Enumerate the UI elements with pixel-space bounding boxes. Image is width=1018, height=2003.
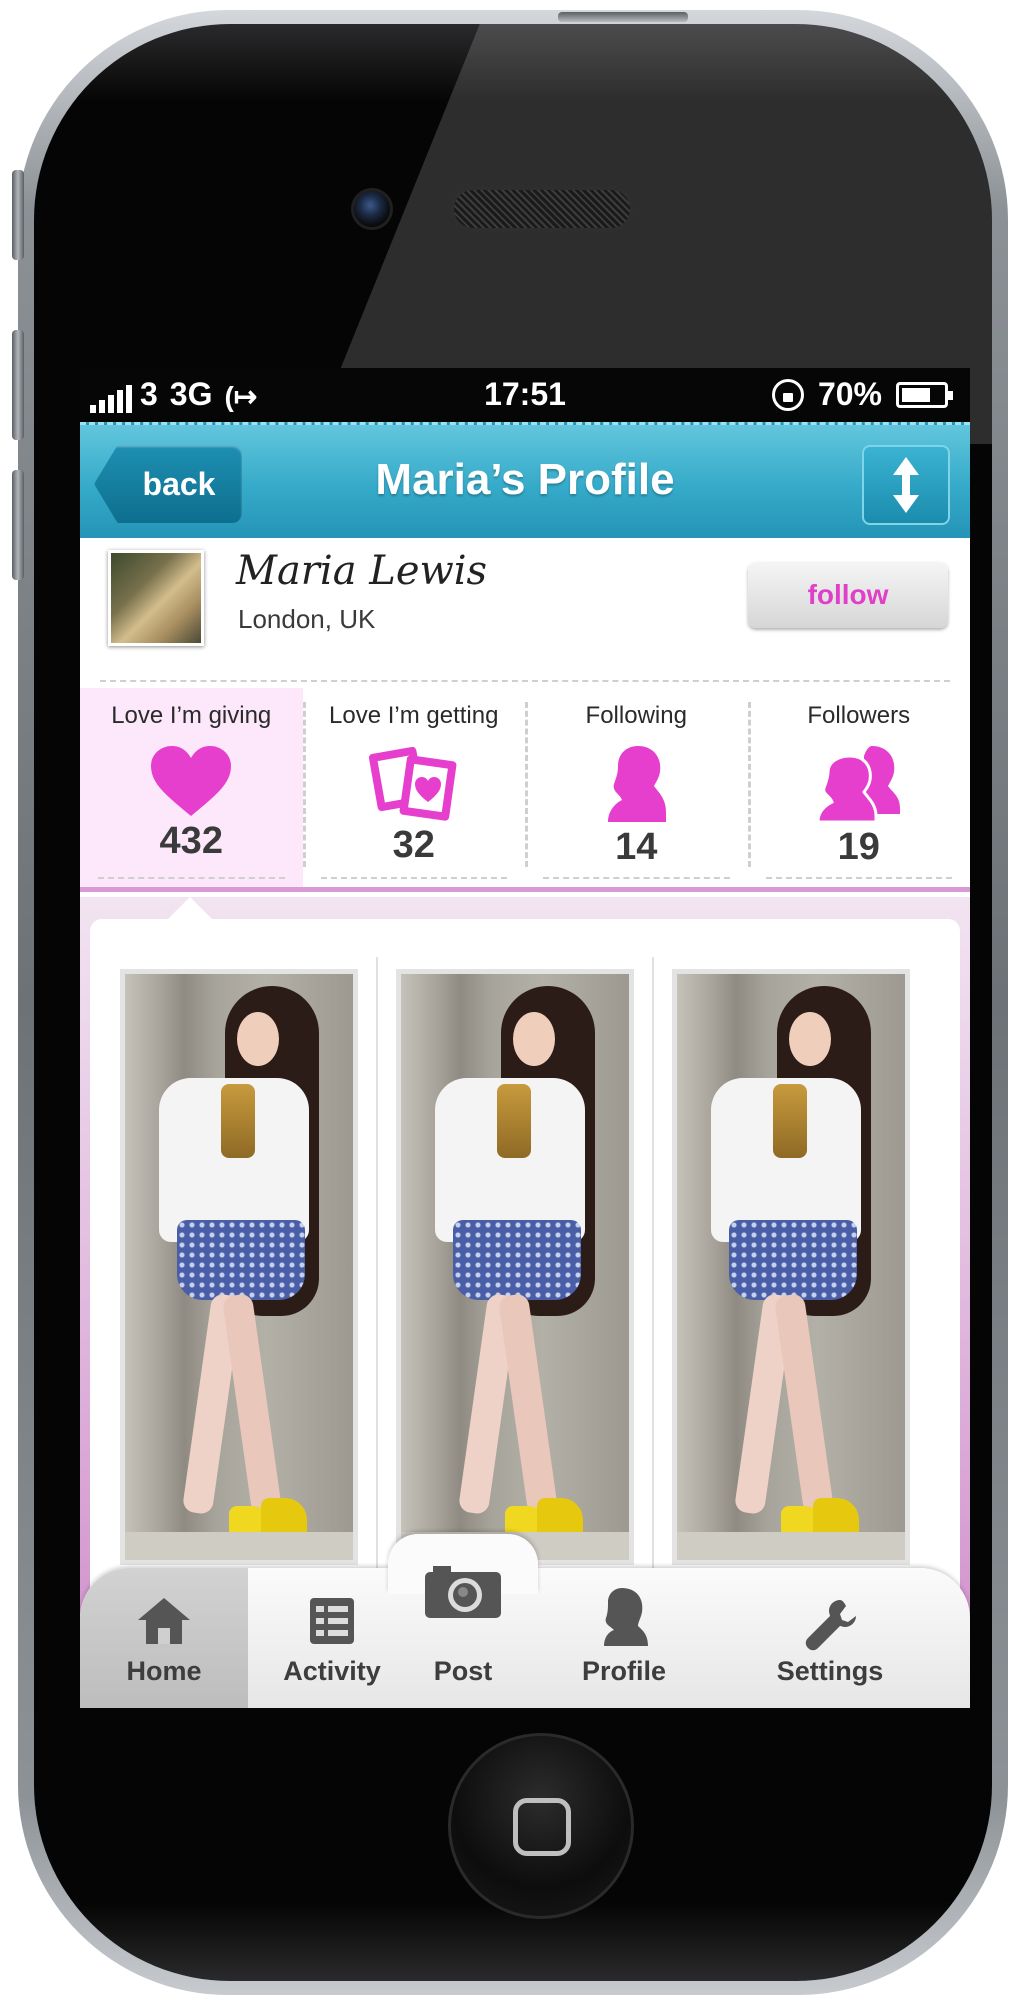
list-icon	[310, 1598, 354, 1644]
follow-button[interactable]: follow	[748, 562, 948, 628]
house-icon	[138, 1598, 190, 1644]
stat-love-getting[interactable]: Love I’m getting 32	[302, 688, 526, 887]
stat-label: Following	[585, 702, 687, 729]
tab-post[interactable]: Post	[388, 1566, 538, 1708]
post-photo[interactable]	[672, 969, 910, 1565]
camera-icon	[425, 1566, 501, 1618]
stat-love-giving[interactable]: Love I’m giving 432	[80, 688, 303, 887]
earpiece-speaker	[450, 186, 634, 232]
heart-icon	[151, 746, 232, 816]
app-screen: 3 3G (↦ 17:51 70% back Maria’s Profile M…	[80, 368, 970, 1708]
sort-button[interactable]	[862, 445, 950, 525]
tab-settings[interactable]: Settings	[710, 1568, 950, 1708]
profile-location: London, UK	[238, 604, 376, 634]
stat-following[interactable]: Following 14	[525, 688, 748, 887]
rotation-lock-icon	[771, 378, 804, 411]
woman-profile-icon	[604, 1588, 648, 1646]
up-down-arrows-icon	[893, 457, 919, 513]
wrench-icon	[805, 1600, 856, 1651]
avatar[interactable]	[108, 550, 204, 646]
stat-followers[interactable]: Followers 19	[747, 688, 971, 887]
stat-count: 19	[837, 826, 880, 868]
tab-label: Home	[126, 1656, 202, 1686]
post-photo[interactable]	[120, 969, 358, 1565]
profile-name: Maria Lewis	[236, 548, 488, 594]
tab-bar: Home Activity Post Profile Settings	[80, 1534, 970, 1708]
battery-icon	[896, 381, 953, 408]
tab-profile[interactable]: Profile	[538, 1568, 710, 1708]
home-button[interactable]	[448, 1733, 634, 1919]
post-photo[interactable]	[396, 969, 634, 1565]
mute-switch	[12, 170, 24, 260]
stats-row: Love I’m giving 432 Love I’m getting 32 …	[80, 688, 970, 892]
stat-label: Love I’m getting	[329, 702, 499, 729]
volume-down-button	[12, 470, 24, 580]
tab-label: Settings	[776, 1656, 884, 1686]
home-square-icon	[513, 1798, 571, 1856]
people-silhouette-icon	[816, 746, 900, 824]
battery-percent: 70%	[817, 376, 882, 412]
stat-count: 432	[159, 820, 223, 862]
profile-header: Maria Lewis London, UK follow	[80, 538, 970, 688]
heart-cards-icon	[368, 746, 457, 821]
volume-up-button	[12, 330, 24, 440]
tab-label: Post	[433, 1656, 493, 1686]
tab-label: Profile	[581, 1656, 667, 1686]
person-silhouette-icon	[608, 746, 667, 822]
stat-label: Love I’m giving	[111, 702, 272, 729]
active-tab-pointer	[168, 897, 212, 919]
stat-count: 14	[615, 826, 658, 868]
sleep-button	[558, 12, 688, 22]
page-title: Maria’s Profile	[375, 455, 675, 504]
divider	[100, 680, 950, 682]
status-bar: 3 3G (↦ 17:51 70%	[80, 368, 970, 422]
navigation-bar: back Maria’s Profile	[80, 422, 970, 538]
tab-home[interactable]: Home	[80, 1568, 248, 1708]
front-camera	[351, 188, 393, 230]
stat-label: Followers	[807, 702, 911, 729]
stat-count: 32	[392, 824, 435, 866]
